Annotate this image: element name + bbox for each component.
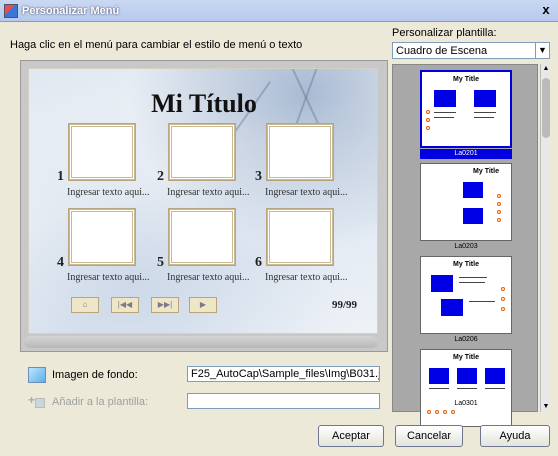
thumb-dot (497, 194, 501, 198)
template-thumbnail-la0301[interactable]: My Title (420, 349, 512, 427)
menu-item-number-5: 5 (157, 255, 164, 270)
thumb-dot (497, 202, 501, 206)
thumb-text-line (429, 388, 449, 389)
menu-item-caption-2[interactable]: Ingresar texto aqui... (167, 187, 249, 198)
menu-item-thumbnail-1[interactable] (69, 124, 135, 180)
thumb-text-line (474, 117, 494, 118)
scroll-up-icon[interactable]: ▲ (542, 65, 550, 73)
menu-item-caption-3[interactable]: Ingresar texto aqui... (265, 187, 347, 198)
thumb-text-line (457, 388, 477, 389)
thumb-text-line (469, 301, 495, 302)
thumb-box (429, 368, 449, 384)
template-thumb-title: My Title (473, 168, 499, 175)
thumb-dot (497, 210, 501, 214)
menu-item-number-2: 2 (157, 169, 164, 184)
menu-item-thumbnail-6[interactable] (267, 209, 333, 265)
thumb-dot (497, 218, 501, 222)
nav-first-button[interactable]: |◀◀ (111, 297, 139, 313)
thumb-box (431, 275, 453, 292)
template-thumb-title: My Title (453, 76, 479, 83)
thumb-box (474, 90, 496, 107)
thumb-text-line (434, 117, 454, 118)
thumb-text-line (459, 282, 485, 283)
template-thumb-title: My Title (453, 261, 479, 268)
window-title: Personalizar Menú (22, 5, 120, 17)
menu-item-caption-6[interactable]: Ingresar texto aqui... (265, 272, 347, 283)
thumb-text-line (459, 277, 487, 278)
background-image-icon[interactable] (28, 367, 46, 383)
template-style-select[interactable]: Cuadro de Escena ▼ (392, 42, 550, 59)
add-to-template-field (187, 393, 380, 409)
nav-last-button[interactable]: ▶▶| (151, 297, 179, 313)
thumb-text-line (434, 112, 456, 113)
thumb-dot (501, 287, 505, 291)
menu-item-thumbnail-2[interactable] (169, 124, 235, 180)
template-list-scrollbar[interactable]: ▲ ▼ (540, 64, 550, 412)
thumb-box (434, 90, 456, 107)
chevron-down-icon[interactable]: ▼ (535, 43, 549, 58)
title-bar: Personalizar Menú x (0, 0, 558, 22)
template-name-la0206[interactable]: La0206 (420, 335, 512, 345)
cancel-button[interactable]: Cancelar (395, 425, 463, 447)
thumb-box (441, 299, 463, 316)
menu-item-caption-1[interactable]: Ingresar texto aqui... (67, 187, 149, 198)
thumb-dot (427, 410, 431, 414)
thumb-box (463, 208, 483, 224)
instructions-text: Haga clic en el menú para cambiar el est… (10, 39, 303, 51)
close-button[interactable]: x (537, 2, 555, 18)
template-style-value: Cuadro de Escena (396, 45, 488, 57)
template-name-la0203[interactable]: La0203 (420, 242, 512, 252)
menu-item-caption-4[interactable]: Ingresar texto aqui... (67, 272, 149, 283)
scroll-down-icon[interactable]: ▼ (542, 403, 550, 411)
scrollbar-thumb[interactable] (542, 78, 550, 138)
thumb-dot (501, 307, 505, 311)
thumb-box (463, 182, 483, 198)
menu-item-thumbnail-4[interactable] (69, 209, 135, 265)
nav-home-button[interactable]: ⌂ (71, 297, 99, 313)
page-counter[interactable]: 99/99 (332, 299, 357, 311)
thumb-text-line (485, 388, 505, 389)
thumb-dot (426, 110, 430, 114)
template-thumb-title: My Title (453, 354, 479, 361)
background-image-path-field[interactable]: F25_AutoCap\Sample_files\Img\B031.jpg (187, 366, 380, 382)
template-thumbnail-la0206[interactable]: My Title (420, 256, 512, 334)
add-to-template-icon: + (28, 393, 46, 409)
thumb-text-line (474, 112, 496, 113)
background-image-label: Imagen de fondo: (52, 369, 138, 381)
nav-next-button[interactable]: ▶ (189, 297, 217, 313)
thumb-dot (443, 410, 447, 414)
help-button[interactable]: Ayuda (480, 425, 550, 447)
thumb-dot (435, 410, 439, 414)
preview-title[interactable]: Mi Título (29, 89, 377, 119)
thumb-dot (426, 118, 430, 122)
menu-item-thumbnail-5[interactable] (169, 209, 235, 265)
thumb-dot (426, 126, 430, 130)
menu-preview[interactable]: Mi Título 1 Ingresar texto aqui... 2 Ing… (28, 68, 378, 334)
template-name-la0201[interactable]: La0201 (420, 149, 512, 159)
thumb-dot (451, 410, 455, 414)
menu-item-number-1: 1 (57, 169, 64, 184)
thumb-box (485, 368, 505, 384)
template-name-la0301[interactable]: La0301 (420, 399, 512, 409)
thumb-dot (501, 297, 505, 301)
template-label: Personalizar plantilla: (392, 27, 497, 39)
add-to-template-label: Añadir a la plantilla: (52, 396, 149, 408)
menu-item-number-4: 4 (57, 255, 64, 270)
menu-item-number-6: 6 (255, 255, 262, 270)
template-thumbnail-la0203[interactable]: My Title (420, 163, 512, 241)
accept-button[interactable]: Aceptar (318, 425, 384, 447)
preview-horizontal-scrollbar[interactable] (24, 336, 378, 348)
app-icon (4, 4, 18, 18)
thumb-box (457, 368, 477, 384)
menu-item-number-3: 3 (255, 169, 262, 184)
template-list[interactable]: My Title La0201 My Title La0203 My Title… (392, 64, 538, 427)
template-thumbnail-la0201[interactable]: My Title (420, 70, 512, 148)
menu-item-caption-5[interactable]: Ingresar texto aqui... (167, 272, 249, 283)
menu-item-thumbnail-3[interactable] (267, 124, 333, 180)
